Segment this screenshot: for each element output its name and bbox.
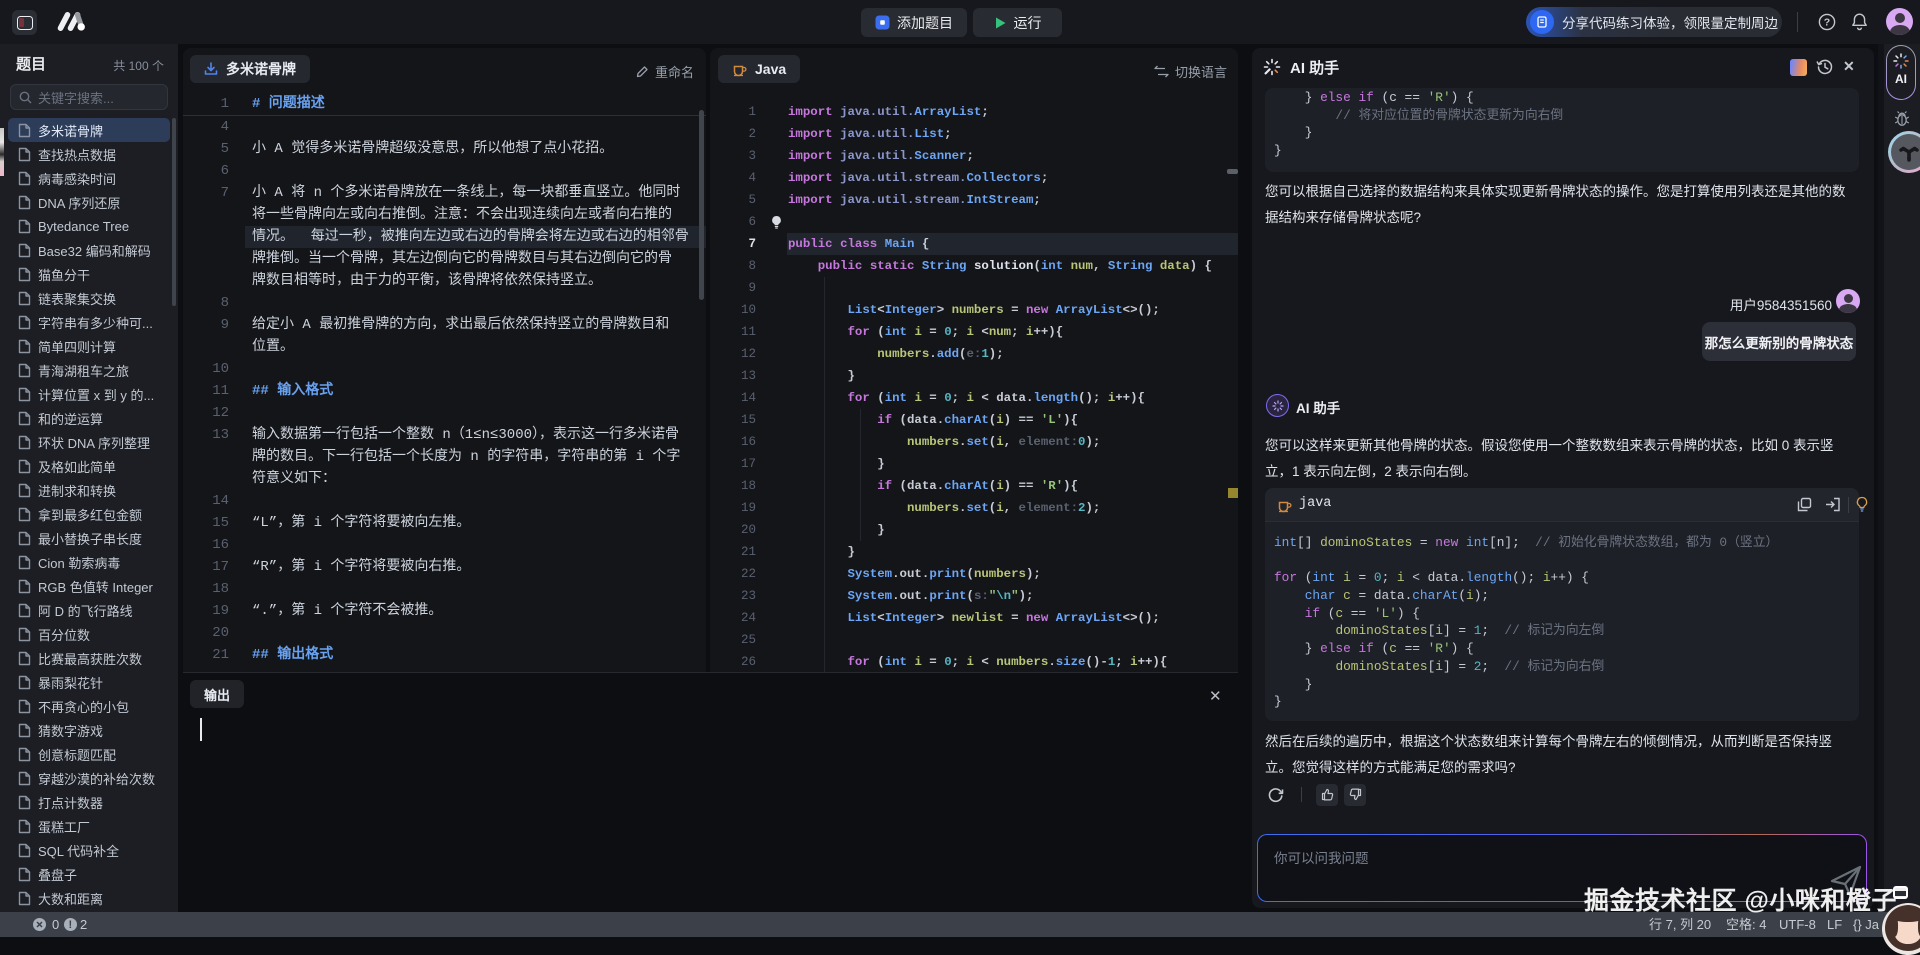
svg-text:?: ?: [1824, 17, 1830, 29]
